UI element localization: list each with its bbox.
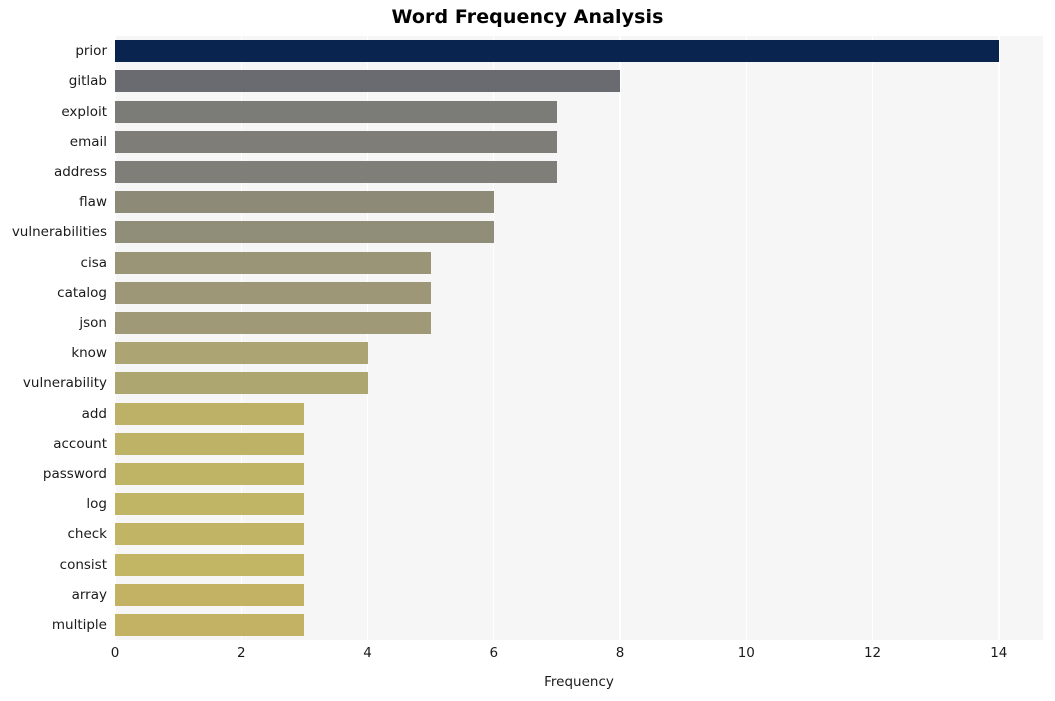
bar [115,432,305,455]
bar [115,221,494,244]
x-tick-label: 2 [236,645,246,661]
bar [115,613,305,636]
y-tick-label: vulnerability [22,375,107,392]
x-tick-label: 12 [863,645,882,661]
bar [115,160,557,183]
chart-figure: Word Frequency Analysis prior gitlab explo… [0,0,1055,701]
y-tick-label: account [53,435,107,452]
bar [115,553,305,576]
y-tick-label: gitlab [68,73,107,90]
bar [115,191,494,214]
y-tick-label: cisa [80,254,107,271]
bar [115,281,431,304]
bar [115,100,557,123]
x-tick-label: 14 [990,645,1008,661]
y-tick-label: address [53,163,107,180]
y-tick-label: check [67,526,107,543]
x-tick-label: 0 [110,645,120,661]
bar [115,251,431,274]
bar [115,70,621,93]
y-tick-label: array [71,586,107,603]
x-tick-label: 4 [363,645,372,661]
y-tick-label: add [81,405,107,422]
x-axis-tick-labels: 0 2 4 6 8 10 12 14 [0,645,1055,667]
x-axis-title: Frequency [544,674,614,690]
y-tick-label: multiple [51,616,107,633]
y-tick-label: exploit [61,103,107,120]
y-tick-label: consist [59,556,107,573]
bar-series [115,36,1043,640]
y-tick-label: json [79,314,107,331]
y-tick-label: password [42,465,107,482]
y-tick-label: know [71,345,107,362]
bar [115,372,368,395]
bar [115,130,557,153]
bar [115,311,431,334]
y-tick-label: prior [75,43,107,60]
bar [115,493,305,516]
plot-area [115,36,1043,640]
y-tick-label: vulnerabilities [11,224,107,241]
chart-title: Word Frequency Analysis [391,6,664,28]
bar [115,523,305,546]
bar [115,462,305,485]
y-tick-label: catalog [57,284,107,301]
bar [115,342,368,365]
x-tick-label: 8 [615,645,625,661]
bar [115,40,999,63]
x-tick-label: 10 [737,645,755,661]
y-axis-tick-labels: prior gitlab exploit email address flaw vulner… [0,36,107,640]
y-tick-label: email [69,133,107,150]
bar [115,583,305,606]
y-tick-label: flaw [79,194,107,211]
y-tick-label: log [86,496,107,513]
x-tick-label: 6 [489,645,499,661]
bar [115,402,305,425]
